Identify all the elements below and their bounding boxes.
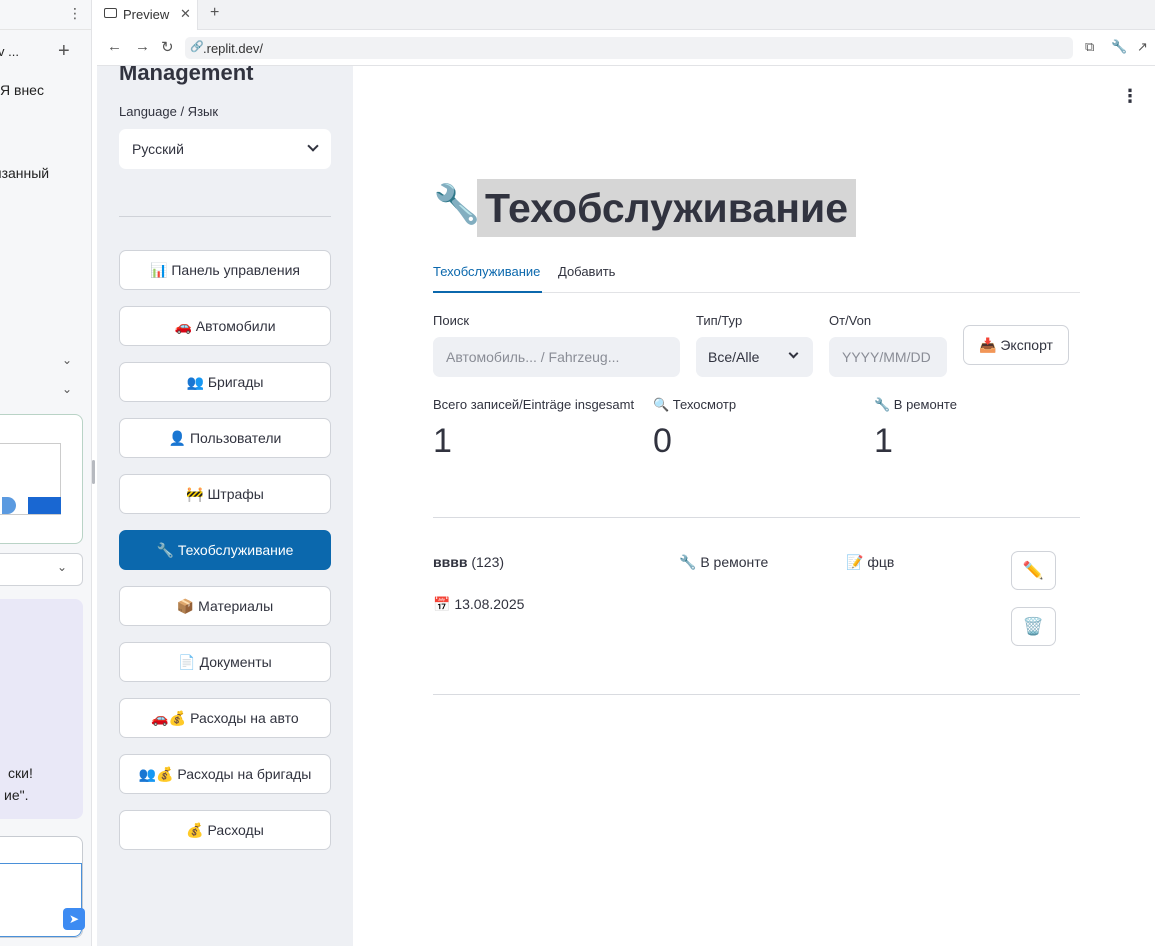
collapsed-section[interactable]: ⌄ bbox=[0, 553, 83, 586]
metric-total-value: 1 bbox=[433, 422, 452, 460]
send-icon[interactable]: ➤ bbox=[63, 908, 85, 930]
metric-inspection-value: 0 bbox=[653, 422, 672, 460]
record-date: 📅 13.08.2025 bbox=[433, 596, 525, 612]
forward-icon[interactable]: → bbox=[135, 38, 150, 55]
open-external-icon[interactable]: ↗ bbox=[1137, 39, 1148, 55]
tab-bar: Техобслуживание Добавить bbox=[433, 256, 1080, 293]
chat-panel: ⋮ v ... + Я внес язанный ⌄ ⌄ ⌄ ски! ие".… bbox=[0, 0, 92, 946]
metric-inspection-label: 🔍 Техосмотр bbox=[653, 397, 737, 412]
chat-message: ски! ие". bbox=[0, 599, 83, 819]
kebab-menu-icon[interactable]: ⋮ bbox=[1121, 86, 1139, 107]
thumbnail-chart-shape bbox=[2, 497, 16, 514]
back-icon[interactable]: ← bbox=[107, 38, 122, 55]
search-label: Поиск bbox=[433, 313, 470, 328]
sidebar-item-crew-expenses[interactable]: 👥💰 Расходы на бригады bbox=[119, 754, 331, 794]
close-icon[interactable]: ✕ bbox=[180, 6, 191, 22]
language-select[interactable]: Русский bbox=[119, 129, 331, 169]
search-placeholder: Автомобиль... / Fahrzeug... bbox=[446, 349, 620, 365]
sidebar-item-fines[interactable]: 🚧 Штрафы bbox=[119, 474, 331, 514]
record-title: вввв (123) bbox=[433, 554, 504, 570]
chat-message-text: ие". bbox=[4, 787, 29, 803]
browser-chrome: Preview ✕ + ← → ↻ 🔗 .replit.dev/ ⧉ 🔧 ↗ bbox=[97, 0, 1155, 66]
metric-repair-label: 🔧 В ремонте bbox=[874, 397, 957, 412]
monitor-icon bbox=[104, 8, 117, 18]
wrench-icon: 🔧 bbox=[433, 184, 481, 226]
trash-icon: 🗑️ bbox=[1022, 617, 1045, 636]
record-status: 🔧 В ремонте bbox=[679, 554, 769, 570]
divider bbox=[433, 694, 1080, 695]
divider bbox=[119, 216, 331, 217]
language-value: Русский bbox=[132, 141, 184, 157]
chevron-down-icon[interactable]: ⌄ bbox=[57, 560, 67, 574]
type-select[interactable]: Все/Alle bbox=[696, 337, 813, 377]
sidebar-item-expenses[interactable]: 💰 Расходы bbox=[119, 810, 331, 850]
sidebar-title: Management bbox=[119, 66, 254, 85]
new-tab-icon[interactable]: + bbox=[210, 4, 219, 22]
type-label: Тип/Typ bbox=[696, 313, 743, 328]
main-content: ⋮ 🔧 Техобслуживание Техобслуживание Доба… bbox=[353, 66, 1155, 946]
page-title-text: Техобслуживание bbox=[477, 179, 856, 237]
url-field[interactable]: 🔗 .replit.dev/ bbox=[185, 37, 1073, 59]
from-date-placeholder: YYYY/MM/DD bbox=[842, 349, 931, 365]
app-sidebar: Management Language / Язык Русский 📊 Пан… bbox=[97, 66, 353, 946]
record-note: 📝 фцв bbox=[846, 554, 895, 570]
record-code: (123) bbox=[471, 554, 505, 570]
sidebar-item-users[interactable]: 👤 Пользователи bbox=[119, 418, 331, 458]
preview-card[interactable] bbox=[0, 414, 83, 544]
from-date-label: От/Von bbox=[829, 313, 872, 328]
type-value: Все/Alle bbox=[708, 349, 760, 365]
panel-resize-handle[interactable] bbox=[92, 460, 95, 484]
chat-message-text: ски! bbox=[8, 765, 33, 781]
chevron-down-icon bbox=[307, 140, 319, 152]
sidebar-item-dashboard[interactable]: 📊 Панель управления bbox=[119, 250, 331, 290]
search-input[interactable]: Автомобиль... / Fahrzeug... bbox=[433, 337, 680, 377]
chat-text-line: Я внес bbox=[0, 82, 44, 98]
active-tab-indicator bbox=[433, 291, 542, 293]
reload-icon[interactable]: ↻ bbox=[161, 38, 174, 56]
kebab-menu-icon[interactable]: ⋮ bbox=[68, 5, 82, 22]
metric-repair-value: 1 bbox=[874, 422, 893, 460]
from-date-input[interactable]: YYYY/MM/DD bbox=[829, 337, 947, 377]
tab-maintenance[interactable]: Техобслуживание bbox=[433, 264, 540, 279]
link-icon: 🔗 bbox=[190, 41, 204, 53]
metric-total-label: Всего записей/Einträge insgesamt bbox=[433, 397, 635, 412]
chevron-down-icon bbox=[788, 348, 799, 359]
chat-text-line: язанный bbox=[0, 165, 50, 181]
tab-add[interactable]: Добавить bbox=[558, 264, 615, 279]
sidebar-item-materials[interactable]: 📦 Материалы bbox=[119, 586, 331, 626]
edit-button[interactable]: ✏️ bbox=[1011, 551, 1056, 590]
divider bbox=[433, 517, 1080, 518]
sidebar-item-crews[interactable]: 👥 Бригады bbox=[119, 362, 331, 402]
devices-icon[interactable]: ⧉ bbox=[1085, 39, 1094, 55]
export-button[interactable]: 📥 Экспорт bbox=[963, 325, 1069, 365]
language-label: Language / Язык bbox=[119, 104, 219, 119]
tab-preview[interactable]: Preview ✕ bbox=[97, 0, 198, 30]
tab-label: Preview bbox=[123, 7, 170, 22]
address-bar-row: ← → ↻ 🔗 .replit.dev/ ⧉ 🔧 ↗ bbox=[97, 30, 1155, 66]
chevron-down-icon[interactable]: ⌄ bbox=[62, 353, 72, 367]
thumbnail-chart-shape bbox=[28, 497, 61, 514]
url-text: .replit.dev/ bbox=[203, 41, 263, 56]
chat-tab-label[interactable]: v ... bbox=[0, 44, 19, 59]
wrench-icon[interactable]: 🔧 bbox=[1111, 39, 1127, 55]
preview-thumbnail bbox=[0, 443, 61, 515]
chat-topbar: ⋮ bbox=[0, 0, 91, 30]
delete-button[interactable]: 🗑️ bbox=[1011, 607, 1056, 646]
sidebar-item-vehicle-expenses[interactable]: 🚗💰 Расходы на авто bbox=[119, 698, 331, 738]
record-name: вввв bbox=[433, 554, 468, 570]
sidebar-item-vehicles[interactable]: 🚗 Автомобили bbox=[119, 306, 331, 346]
sidebar-item-maintenance[interactable]: 🔧 Техобслуживание bbox=[119, 530, 331, 570]
pencil-icon: ✏️ bbox=[1022, 561, 1045, 580]
chevron-down-icon[interactable]: ⌄ bbox=[62, 382, 72, 396]
browser-tabbar: Preview ✕ + bbox=[97, 0, 1155, 30]
sidebar-item-documents[interactable]: 📄 Документы bbox=[119, 642, 331, 682]
new-chat-icon[interactable]: + bbox=[58, 40, 70, 63]
